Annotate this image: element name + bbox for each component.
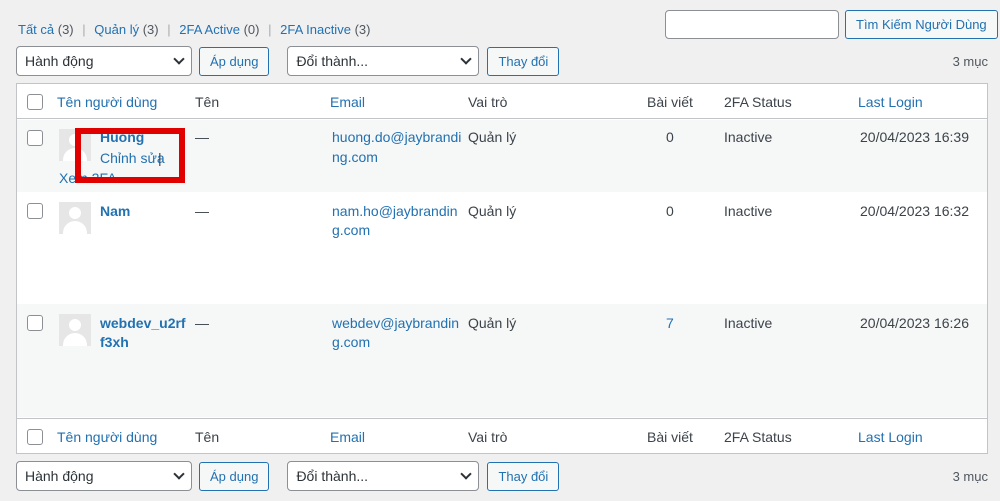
status-2fa: Inactive (724, 315, 773, 331)
chevron-down-icon (173, 53, 185, 65)
filter-2fa-inactive-count: (3) (354, 22, 371, 37)
separator: | (268, 22, 272, 37)
filter-admin-count: (3) (142, 22, 159, 37)
bulk-action-value: Hành động (25, 468, 94, 484)
search-input[interactable] (665, 10, 839, 39)
change-role-select[interactable]: Đổi thành... (287, 46, 480, 76)
column-last-login[interactable]: Last Login (858, 94, 923, 110)
tablenav-top: Hành động Áp dụng Đổi thành... Thay đổi … (16, 46, 988, 76)
highlight-box (75, 128, 185, 183)
change-role-button[interactable]: Thay đổi (487, 46, 560, 76)
chevron-down-icon (460, 468, 473, 480)
user-name: — (195, 315, 209, 331)
table-footer: Tên người dùng Tên Email Vai trò Bài viế… (17, 418, 987, 453)
email-link[interactable]: nam.ho@jaybrandin (332, 203, 458, 219)
avatar (59, 202, 91, 234)
column-last-login[interactable]: Last Login (858, 429, 923, 445)
email-link[interactable]: webdev@jaybrandin (332, 315, 459, 331)
row-checkbox[interactable] (27, 130, 43, 146)
filter-2fa-active[interactable]: 2FA Active (179, 22, 240, 37)
change-role-value: Đổi thành... (296, 53, 369, 69)
chevron-down-icon (173, 468, 185, 480)
post-count-link[interactable]: 7 (666, 315, 674, 331)
change-role-value: Đổi thành... (296, 468, 369, 484)
column-role: Vai trò (468, 94, 508, 110)
user-name: — (195, 129, 209, 145)
change-role-button[interactable]: Thay đổi (487, 461, 560, 491)
post-count: 0 (666, 129, 674, 145)
last-login: 20/04/2023 16:32 (860, 203, 969, 219)
column-2fa-status: 2FA Status (724, 429, 792, 445)
email-link-wrap[interactable]: ng.com (332, 149, 378, 165)
table-row: Nam — nam.ho@jaybrandin g.com Quản lý 0 … (17, 192, 987, 304)
column-username[interactable]: Tên người dùng (57, 429, 157, 445)
username-link[interactable]: webdev_u2rf (100, 315, 186, 331)
status-2fa: Inactive (724, 129, 773, 145)
bulk-action-value: Hành động (25, 53, 94, 69)
column-2fa-status: 2FA Status (724, 94, 792, 110)
search-users-button[interactable]: Tìm Kiếm Người Dùng (845, 10, 998, 39)
row-checkbox[interactable] (27, 315, 43, 331)
email-link[interactable]: huong.do@jaybrandi (332, 129, 461, 145)
filter-all[interactable]: Tất cả (18, 22, 54, 37)
status-2fa: Inactive (724, 203, 773, 219)
separator: | (82, 22, 86, 37)
tablenav-bottom: Hành động Áp dụng Đổi thành... Thay đổi … (16, 461, 988, 491)
username-link-wrap[interactable]: f3xh (100, 334, 129, 350)
row-checkbox[interactable] (27, 203, 43, 219)
user-name: — (195, 203, 209, 219)
column-name: Tên (195, 94, 220, 110)
apply-button[interactable]: Áp dụng (199, 461, 270, 491)
column-username[interactable]: Tên người dùng (57, 94, 157, 110)
user-role: Quản lý (468, 203, 517, 219)
search-box: Tìm Kiếm Người Dùng (665, 10, 998, 39)
filter-2fa-active-count: (0) (243, 22, 260, 37)
user-role: Quản lý (468, 315, 517, 331)
username-link[interactable]: Nam (100, 203, 130, 219)
separator: | (167, 22, 171, 37)
table-header: Tên người dùng Tên Email Vai trò Bài viế… (17, 84, 987, 119)
column-name: Tên (195, 429, 220, 445)
last-login: 20/04/2023 16:26 (860, 315, 969, 331)
bulk-action-select[interactable]: Hành động (16, 461, 192, 491)
items-count: 3 mục (952, 468, 988, 484)
items-count: 3 mục (952, 53, 988, 69)
apply-button[interactable]: Áp dụng (199, 46, 270, 76)
email-link-wrap[interactable]: g.com (332, 222, 370, 238)
filter-all-count: (3) (57, 22, 74, 37)
filter-admin[interactable]: Quản lý (94, 22, 139, 37)
select-all-checkbox[interactable] (27, 429, 43, 445)
chevron-down-icon (460, 53, 473, 65)
avatar (59, 314, 91, 346)
email-link-wrap[interactable]: g.com (332, 334, 370, 350)
user-role: Quản lý (468, 129, 517, 145)
column-email[interactable]: Email (330, 94, 365, 110)
bulk-action-select[interactable]: Hành động (16, 46, 192, 76)
table-row: webdev_u2rf f3xh — webdev@jaybrandin g.c… (17, 304, 987, 417)
change-role-select[interactable]: Đổi thành... (287, 461, 480, 491)
last-login: 20/04/2023 16:39 (860, 129, 969, 145)
column-role: Vai trò (468, 429, 508, 445)
column-posts: Bài viết (647, 429, 693, 445)
column-email[interactable]: Email (330, 429, 365, 445)
user-filter-links: Tất cả (3) | Quản lý (3) | 2FA Active (0… (18, 22, 370, 37)
filter-2fa-inactive[interactable]: 2FA Inactive (280, 22, 351, 37)
column-posts: Bài viết (647, 94, 693, 110)
select-all-checkbox[interactable] (27, 94, 43, 110)
post-count: 0 (666, 203, 674, 219)
